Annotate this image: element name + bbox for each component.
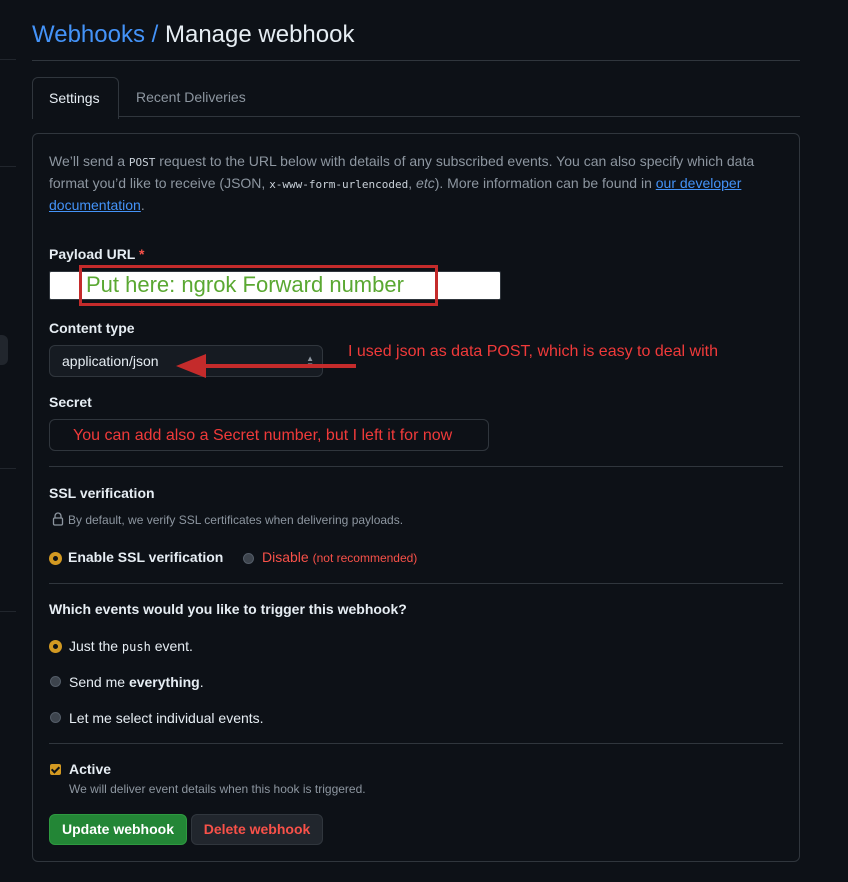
intro-code-form: x-www-form-urlencoded (269, 178, 409, 191)
ssl-description: By default, we verify SSL certificates w… (52, 512, 403, 528)
payload-annotation: Put here: ngrok Forward number (86, 272, 404, 297)
section-divider (49, 466, 783, 467)
events-everything-radio[interactable] (50, 676, 61, 687)
left-rail-divider (0, 611, 16, 612)
left-rail-selected-item[interactable] (0, 335, 8, 365)
events-everything-bold: everything (128, 674, 200, 690)
lock-icon (52, 512, 64, 526)
ssl-verification-label: SSL verification (49, 485, 155, 501)
breadcrumb-current: Manage webhook (164, 21, 355, 48)
tab-settings[interactable]: Settings (32, 77, 119, 119)
events-push-text: Just the (69, 638, 122, 654)
secret-annotation: You can add also a Secret number, but I … (73, 427, 453, 444)
active-checkbox[interactable] (50, 764, 61, 775)
events-push-code: push (121, 640, 151, 654)
breadcrumb-separator: / (151, 21, 159, 48)
left-rail-divider (0, 59, 16, 60)
left-rail-divider (0, 166, 16, 167)
update-webhook-button[interactable]: Update webhook (49, 814, 187, 845)
intro-text-part: We’ll send a (49, 153, 129, 169)
intro-text-part: ). More information can be found in (434, 175, 656, 191)
ssl-disable-note: (not recommended) (312, 551, 418, 565)
events-push-radio[interactable] (50, 641, 61, 652)
content-type-annotation: I used json as data POST, which is easy … (348, 343, 718, 360)
events-everything-text: . (199, 674, 204, 690)
required-mark: * (139, 246, 145, 262)
content-type-label: Content type (49, 320, 135, 336)
breadcrumb-webhooks-link[interactable]: Webhooks (32, 21, 145, 48)
tab-bar-divider (119, 116, 800, 117)
events-everything-text: Send me (69, 674, 129, 690)
ssl-enable-label[interactable]: Enable SSL verification (68, 548, 223, 566)
events-question: Which events would you like to trigger t… (49, 601, 407, 617)
ssl-disable-label[interactable]: Disable (not recommended) (262, 548, 417, 567)
annotation-arrow-icon (176, 354, 356, 378)
active-description: We will deliver event details when this … (69, 782, 366, 796)
ssl-disable-radio[interactable] (243, 553, 254, 564)
intro-text-part: . (140, 197, 145, 213)
ssl-enable-radio[interactable] (50, 553, 61, 564)
tab-recent-deliveries[interactable]: Recent Deliveries (120, 77, 262, 119)
intro-etc: etc (416, 175, 435, 191)
tab-bar: Settings Recent Deliveries (32, 77, 800, 119)
intro-code-post: POST (128, 156, 156, 169)
content-type-selected-value: application/json (62, 353, 159, 369)
ssl-disable-text: Disable (262, 549, 309, 565)
payload-url-label: Payload URL * (49, 246, 144, 262)
secret-label: Secret (49, 394, 92, 410)
intro-text: We’ll send a POST request to the URL bel… (49, 151, 769, 216)
intro-text-part: , (408, 175, 417, 191)
events-push-label[interactable]: Just the push event. (69, 637, 193, 656)
delete-webhook-button[interactable]: Delete webhook (191, 814, 323, 845)
events-select-radio[interactable] (50, 712, 61, 723)
ssl-description-text: By default, we verify SSL certificates w… (68, 513, 404, 527)
payload-url-label-text: Payload URL (49, 246, 136, 262)
events-select-label[interactable]: Let me select individual events. (69, 709, 264, 727)
events-push-text: event. (150, 638, 193, 654)
section-divider (49, 743, 783, 744)
active-label[interactable]: Active (69, 761, 111, 777)
left-rail-divider (0, 468, 16, 469)
section-divider (49, 583, 783, 584)
events-everything-label[interactable]: Send me everything. (69, 673, 204, 691)
title-divider (32, 60, 800, 61)
page-title: Webhooks / Manage webhook (32, 20, 354, 50)
